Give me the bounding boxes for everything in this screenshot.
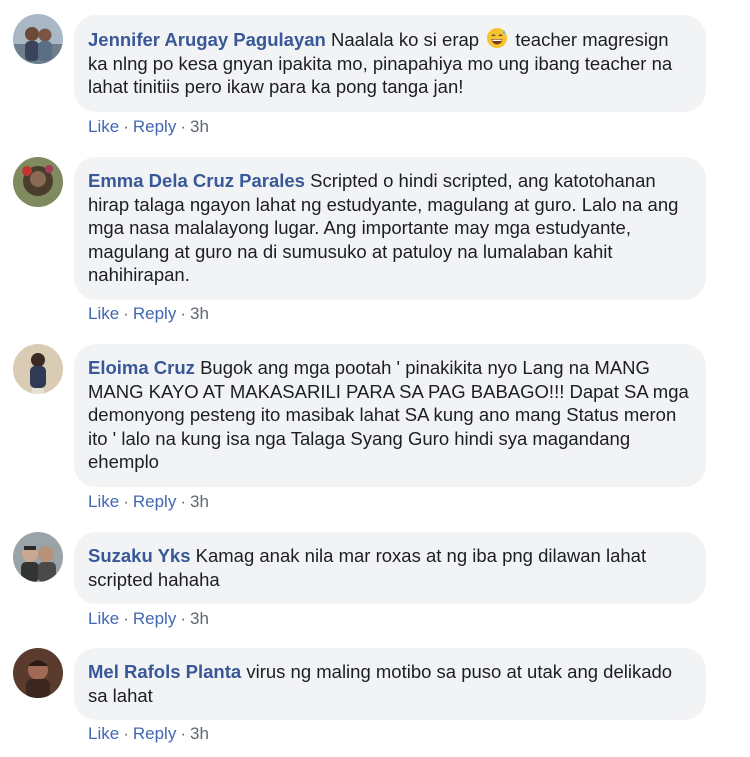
- separator-dot: ·: [123, 492, 129, 511]
- comment-actions: Like · Reply · 3h: [88, 304, 209, 324]
- reply-link[interactable]: Reply: [133, 304, 176, 323]
- comment-bubble: Suzaku Yks Kamag anak nila mar roxas at …: [74, 532, 706, 604]
- separator-dot: ·: [123, 117, 129, 136]
- avatar-photo-icon: [13, 344, 63, 394]
- comment-author[interactable]: Jennifer Arugay Pagulayan: [88, 29, 326, 50]
- separator-dot: ·: [180, 117, 186, 136]
- comment-author[interactable]: Eloima Cruz: [88, 357, 195, 378]
- avatar-photo-icon: [13, 532, 63, 582]
- avatar-photo-icon: [13, 14, 63, 64]
- comment-timestamp[interactable]: 3h: [190, 117, 209, 136]
- comment-actions: Like · Reply · 3h: [88, 492, 209, 512]
- comment-actions: Like · Reply · 3h: [88, 609, 209, 629]
- separator-dot: ·: [180, 724, 186, 743]
- reply-link[interactable]: Reply: [133, 492, 176, 511]
- comment-actions: Like · Reply · 3h: [88, 724, 209, 744]
- comment-bubble: Eloima Cruz Bugok ang mga pootah ' pinak…: [74, 344, 706, 487]
- separator-dot: ·: [123, 304, 129, 323]
- like-link[interactable]: Like: [88, 724, 119, 743]
- avatar[interactable]: [13, 344, 63, 394]
- comment-author[interactable]: Emma Dela Cruz Parales: [88, 170, 305, 191]
- like-link[interactable]: Like: [88, 492, 119, 511]
- comment-bubble: Jennifer Arugay Pagulayan Naalala ko si …: [74, 15, 706, 112]
- separator-dot: ·: [123, 609, 129, 628]
- comment-bubble: Emma Dela Cruz Parales Scripted o hindi …: [74, 157, 706, 300]
- separator-dot: ·: [180, 304, 186, 323]
- avatar[interactable]: [13, 532, 63, 582]
- avatar-photo-icon: [13, 157, 63, 207]
- reply-link[interactable]: Reply: [133, 724, 176, 743]
- grinning-sweat-emoji-icon: [487, 28, 508, 48]
- comment-timestamp[interactable]: 3h: [190, 492, 209, 511]
- separator-dot: ·: [180, 492, 186, 511]
- reply-link[interactable]: Reply: [133, 117, 176, 136]
- comment-author[interactable]: Mel Rafols Planta: [88, 661, 241, 682]
- avatar[interactable]: [13, 14, 63, 64]
- separator-dot: ·: [180, 609, 186, 628]
- avatar[interactable]: [13, 648, 63, 698]
- comment-timestamp[interactable]: 3h: [190, 609, 209, 628]
- comment-timestamp[interactable]: 3h: [190, 304, 209, 323]
- like-link[interactable]: Like: [88, 304, 119, 323]
- avatar-photo-icon: [13, 648, 63, 698]
- like-link[interactable]: Like: [88, 609, 119, 628]
- reply-link[interactable]: Reply: [133, 609, 176, 628]
- comment-text-lead: Naalala ko si erap: [330, 29, 480, 50]
- like-link[interactable]: Like: [88, 117, 119, 136]
- separator-dot: ·: [123, 724, 129, 743]
- comment-timestamp[interactable]: 3h: [190, 724, 209, 743]
- comment-bubble: Mel Rafols Planta virus ng maling motibo…: [74, 648, 706, 720]
- comment-author[interactable]: Suzaku Yks: [88, 545, 191, 566]
- avatar[interactable]: [13, 157, 63, 207]
- comment-actions: Like · Reply · 3h: [88, 117, 209, 137]
